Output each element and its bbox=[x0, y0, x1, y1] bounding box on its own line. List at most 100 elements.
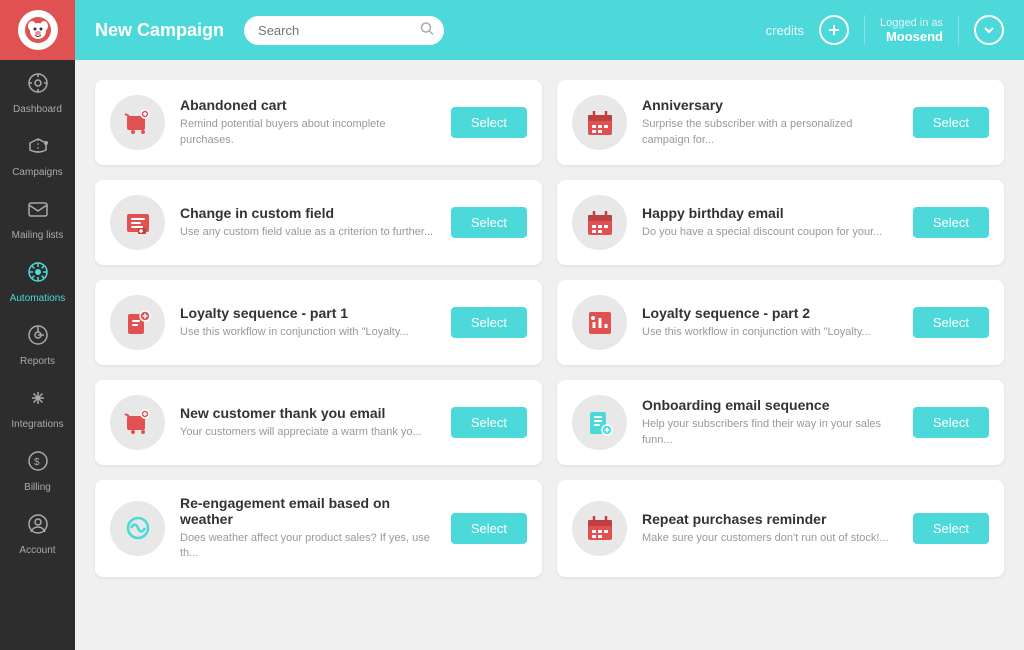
card-desc: Use this workflow in conjunction with "L… bbox=[180, 325, 436, 340]
select-button-repeat-purchases[interactable]: Select bbox=[913, 513, 989, 544]
select-button-anniversary[interactable]: Select bbox=[913, 107, 989, 138]
account-label: Account bbox=[19, 545, 55, 556]
automations-icon bbox=[27, 261, 49, 289]
card-body: Repeat purchases reminder Make sure your… bbox=[642, 511, 898, 546]
dashboard-label: Dashboard bbox=[13, 104, 62, 115]
card-title: Re-engagement email based on weather bbox=[180, 495, 436, 527]
select-button-loyalty-2[interactable]: Select bbox=[913, 307, 989, 338]
card-desc: Remind potential buyers about incomplete… bbox=[180, 117, 436, 148]
sidebar-item-dashboard[interactable]: Dashboard bbox=[0, 60, 75, 123]
topbar-divider bbox=[864, 15, 865, 45]
integrations-icon bbox=[27, 387, 49, 415]
card-title: New customer thank you email bbox=[180, 405, 436, 421]
select-button-onboarding[interactable]: Select bbox=[913, 407, 989, 438]
card-title: Abandoned cart bbox=[180, 97, 436, 113]
card-icon-wrap bbox=[572, 195, 627, 250]
select-button-new-customer[interactable]: Select bbox=[451, 407, 527, 438]
app-logo-icon bbox=[18, 10, 58, 50]
card-desc: Make sure your customers don't run out o… bbox=[642, 531, 898, 546]
main-area: New Campaign credits Logged in as bbox=[75, 0, 1024, 650]
card-icon-wrap bbox=[572, 501, 627, 556]
account-icon bbox=[27, 513, 49, 541]
card-icon-wrap bbox=[572, 395, 627, 450]
card-icon bbox=[122, 207, 154, 239]
card-title: Repeat purchases reminder bbox=[642, 511, 898, 527]
card-title: Onboarding email sequence bbox=[642, 397, 898, 413]
card-icon bbox=[584, 512, 616, 544]
user-info: Logged in as Moosend bbox=[880, 17, 943, 44]
card-icon bbox=[584, 107, 616, 139]
campaigns-icon bbox=[27, 135, 49, 163]
sidebar-item-campaigns[interactable]: Campaigns bbox=[0, 123, 75, 186]
topbar: New Campaign credits Logged in as bbox=[75, 0, 1024, 60]
campaign-card-new-customer: New customer thank you email Your custom… bbox=[95, 380, 542, 465]
billing-label: Billing bbox=[24, 482, 51, 493]
campaign-card-abandoned-cart: Abandoned cart Remind potential buyers a… bbox=[95, 80, 542, 165]
sidebar-item-mailing-lists[interactable]: Mailing lists bbox=[0, 186, 75, 249]
page-title: New Campaign bbox=[95, 20, 224, 41]
card-desc: Do you have a special discount coupon fo… bbox=[642, 225, 898, 240]
reports-label: Reports bbox=[20, 356, 55, 367]
automations-label: Automations bbox=[10, 293, 66, 304]
card-body: Loyalty sequence - part 1 Use this workf… bbox=[180, 305, 436, 340]
card-icon bbox=[122, 512, 154, 544]
card-body: Change in custom field Use any custom fi… bbox=[180, 205, 436, 240]
card-desc: Use this workflow in conjunction with "L… bbox=[642, 325, 898, 340]
card-body: Re-engagement email based on weather Doe… bbox=[180, 495, 436, 562]
content-area: Abandoned cart Remind potential buyers a… bbox=[75, 60, 1024, 650]
sidebar-item-integrations[interactable]: Integrations bbox=[0, 375, 75, 438]
card-title: Loyalty sequence - part 2 bbox=[642, 305, 898, 321]
campaign-card-anniversary: Anniversary Surprise the subscriber with… bbox=[557, 80, 1004, 165]
card-body: Abandoned cart Remind potential buyers a… bbox=[180, 97, 436, 148]
username-label: Moosend bbox=[886, 29, 943, 44]
select-button-loyalty-1[interactable]: Select bbox=[451, 307, 527, 338]
card-icon-wrap bbox=[572, 295, 627, 350]
card-icon bbox=[122, 307, 154, 339]
card-body: Loyalty sequence - part 2 Use this workf… bbox=[642, 305, 898, 340]
campaign-card-onboarding: Onboarding email sequence Help your subs… bbox=[557, 380, 1004, 465]
sidebar-item-account[interactable]: Account bbox=[0, 501, 75, 564]
sidebar-logo bbox=[0, 0, 75, 60]
campaign-card-happy-birthday: Happy birthday email Do you have a speci… bbox=[557, 180, 1004, 265]
card-icon bbox=[584, 407, 616, 439]
mailing-lists-label: Mailing lists bbox=[12, 230, 64, 241]
campaign-card-change-custom-field: Change in custom field Use any custom fi… bbox=[95, 180, 542, 265]
sidebar-item-billing[interactable]: $ Billing bbox=[0, 438, 75, 501]
card-desc: Surprise the subscriber with a personali… bbox=[642, 117, 898, 148]
card-icon bbox=[584, 207, 616, 239]
card-title: Loyalty sequence - part 1 bbox=[180, 305, 436, 321]
card-desc: Help your subscribers find their way in … bbox=[642, 417, 898, 448]
card-icon-wrap bbox=[110, 501, 165, 556]
select-button-change-custom-field[interactable]: Select bbox=[451, 207, 527, 238]
select-button-abandoned-cart[interactable]: Select bbox=[451, 107, 527, 138]
search-input[interactable] bbox=[244, 16, 444, 45]
logged-as-label: Logged in as bbox=[880, 17, 943, 29]
card-icon bbox=[122, 107, 154, 139]
campaigns-label: Campaigns bbox=[12, 167, 63, 178]
card-desc: Does weather affect your product sales? … bbox=[180, 531, 436, 562]
search-wrap bbox=[244, 16, 444, 45]
topbar-divider-2 bbox=[958, 15, 959, 45]
card-icon-wrap bbox=[572, 95, 627, 150]
add-credits-button[interactable] bbox=[819, 15, 849, 45]
card-body: New customer thank you email Your custom… bbox=[180, 405, 436, 440]
card-icon-wrap bbox=[110, 195, 165, 250]
campaign-card-re-engagement: Re-engagement email based on weather Doe… bbox=[95, 480, 542, 577]
card-icon-wrap bbox=[110, 295, 165, 350]
svg-text:$: $ bbox=[34, 457, 40, 468]
card-title: Anniversary bbox=[642, 97, 898, 113]
card-icon bbox=[584, 307, 616, 339]
campaign-card-loyalty-2: Loyalty sequence - part 2 Use this workf… bbox=[557, 280, 1004, 365]
topbar-right: credits Logged in as Moosend bbox=[766, 15, 1004, 45]
card-icon-wrap bbox=[110, 95, 165, 150]
card-title: Happy birthday email bbox=[642, 205, 898, 221]
billing-icon: $ bbox=[27, 450, 49, 478]
dashboard-icon bbox=[27, 72, 49, 100]
sidebar-item-reports[interactable]: Reports bbox=[0, 312, 75, 375]
select-button-re-engagement[interactable]: Select bbox=[451, 513, 527, 544]
user-menu-button[interactable] bbox=[974, 15, 1004, 45]
sidebar-item-automations[interactable]: Automations bbox=[0, 249, 75, 312]
reports-icon bbox=[27, 324, 49, 352]
card-body: Onboarding email sequence Help your subs… bbox=[642, 397, 898, 448]
select-button-happy-birthday[interactable]: Select bbox=[913, 207, 989, 238]
